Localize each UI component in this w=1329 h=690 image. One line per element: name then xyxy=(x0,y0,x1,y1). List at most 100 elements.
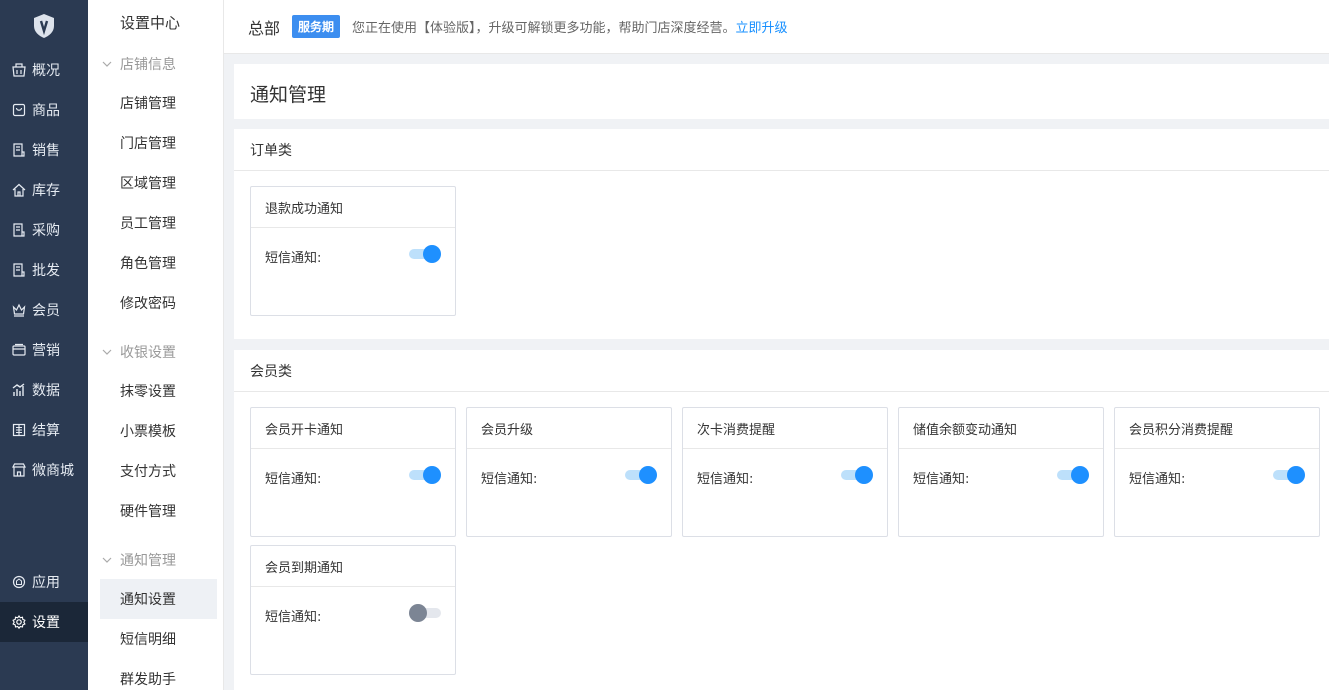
warehouse-icon xyxy=(12,183,26,197)
submenu-item-receipt-template[interactable]: 小票模板 xyxy=(100,411,217,451)
top-header: 总部 服务期 您正在使用【体验版】，升级可解锁更多功能，帮助门店深度经营。 立即… xyxy=(224,0,1329,54)
submenu-item-label: 修改密码 xyxy=(120,296,176,312)
card-row-label: 短信通知: xyxy=(265,472,322,487)
section-order: 订单类 退款成功通知 短信通知: xyxy=(234,129,1329,339)
upgrade-notice: 您正在使用【体验版】，升级可解锁更多功能，帮助门店深度经营。 xyxy=(352,21,736,36)
submenu-item-label: 抹零设置 xyxy=(120,384,176,400)
submenu-item-label: 区域管理 xyxy=(120,176,176,192)
crown-icon xyxy=(12,303,26,317)
submenu-item-label: 短信明细 xyxy=(120,632,176,648)
logo[interactable] xyxy=(0,0,88,52)
sms-toggle[interactable] xyxy=(1057,466,1089,484)
card-title: 会员开卡通知 xyxy=(251,408,455,449)
nav-label: 营销 xyxy=(32,343,60,359)
nav-item-apps[interactable]: 应用 xyxy=(0,562,88,602)
submenu-item-payment-methods[interactable]: 支付方式 xyxy=(100,451,217,491)
submenu-title: 设置中心 xyxy=(120,14,181,32)
submenu-item-store-manage[interactable]: 门店管理 xyxy=(100,123,217,163)
toggle-knob xyxy=(855,466,873,484)
submenu-item-change-password[interactable]: 修改密码 xyxy=(100,283,217,323)
nav-item-settings[interactable]: 设置 xyxy=(0,602,88,642)
nav-label: 设置 xyxy=(32,615,60,631)
submenu-item-region-manage[interactable]: 区域管理 xyxy=(100,163,217,203)
nav-item-data[interactable]: 数据 xyxy=(0,370,88,410)
settings-submenu: 设置中心 店铺信息 店铺管理 门店管理 区域管理 员工管理 角色管理 修改密码 … xyxy=(88,0,224,690)
nav-item-inventory[interactable]: 库存 xyxy=(0,170,88,210)
submenu-item-label: 通知设置 xyxy=(120,592,176,608)
submenu-group-notification[interactable]: 通知管理 xyxy=(102,550,176,570)
card-title: 会员积分消费提醒 xyxy=(1115,408,1319,449)
notification-card: 会员积分消费提醒 短信通知: xyxy=(1114,407,1320,537)
nav-label: 会员 xyxy=(32,303,60,319)
card-row-label: 短信通知: xyxy=(265,610,322,625)
submenu-item-staff-manage[interactable]: 员工管理 xyxy=(100,203,217,243)
nav-label: 微商城 xyxy=(32,463,74,479)
toggle-knob xyxy=(639,466,657,484)
nav-item-overview[interactable]: 概况 xyxy=(0,50,88,90)
nav-label: 采购 xyxy=(32,223,60,239)
section-title: 订单类 xyxy=(234,129,1329,171)
nav-item-products[interactable]: 商品 xyxy=(0,90,88,130)
submenu-item-label: 角色管理 xyxy=(120,256,176,272)
card-row-label: 短信通知: xyxy=(697,472,754,487)
sms-toggle[interactable] xyxy=(841,466,873,484)
sms-toggle[interactable] xyxy=(1273,466,1305,484)
submenu-item-hardware[interactable]: 硬件管理 xyxy=(100,491,217,531)
submenu-item-bulk-send[interactable]: 群发助手 xyxy=(100,659,217,690)
notification-card: 储值余额变动通知 短信通知: xyxy=(898,407,1104,537)
submenu-item-role-manage[interactable]: 角色管理 xyxy=(100,243,217,283)
card-row-label: 短信通知: xyxy=(481,472,538,487)
submenu-item-notification-settings[interactable]: 通知设置 xyxy=(100,579,217,619)
nav-label: 应用 xyxy=(32,575,60,591)
submenu-item-label: 门店管理 xyxy=(120,136,176,152)
chevron-down-icon xyxy=(102,349,112,355)
notification-card: 会员到期通知 短信通知: xyxy=(250,545,456,675)
app-icon xyxy=(12,575,26,589)
chevron-down-icon xyxy=(102,61,112,67)
section-title: 会员类 xyxy=(234,350,1329,392)
bag-icon xyxy=(12,103,26,117)
toggle-knob xyxy=(409,604,427,622)
ledger-icon xyxy=(12,423,26,437)
nav-label: 数据 xyxy=(32,383,60,399)
nav-item-settlement[interactable]: 结算 xyxy=(0,410,88,450)
page-title: 通知管理 xyxy=(250,84,327,106)
chevron-down-icon xyxy=(102,557,112,563)
card-title: 次卡消费提醒 xyxy=(683,408,887,449)
nav-item-members[interactable]: 会员 xyxy=(0,290,88,330)
submenu-group-shop-info[interactable]: 店铺信息 xyxy=(102,54,176,74)
nav-item-purchase[interactable]: 采购 xyxy=(0,210,88,250)
card-title: 会员到期通知 xyxy=(251,546,455,587)
page-title-panel: 通知管理 xyxy=(234,64,1329,119)
nav-item-sales[interactable]: 销售 xyxy=(0,130,88,170)
notification-card: 次卡消费提醒 短信通知: xyxy=(682,407,888,537)
submenu-item-shop-manage[interactable]: 店铺管理 xyxy=(100,83,217,123)
nav-item-wholesale[interactable]: 批发 xyxy=(0,250,88,290)
toggle-knob xyxy=(1287,466,1305,484)
nav-item-marketing[interactable]: 营销 xyxy=(0,330,88,370)
submenu-item-rounding[interactable]: 抹零设置 xyxy=(100,371,217,411)
submenu-item-label: 店铺管理 xyxy=(120,96,176,112)
toggle-knob xyxy=(423,466,441,484)
shop-icon xyxy=(12,63,26,77)
submenu-item-label: 硬件管理 xyxy=(120,504,176,520)
sms-toggle[interactable] xyxy=(409,604,441,622)
sms-toggle[interactable] xyxy=(625,466,657,484)
submenu-item-label: 支付方式 xyxy=(120,464,176,480)
card-title: 储值余额变动通知 xyxy=(899,408,1103,449)
upgrade-link[interactable]: 立即升级 xyxy=(736,17,788,36)
card-icon xyxy=(12,343,26,357)
sms-toggle[interactable] xyxy=(409,245,441,263)
sms-toggle[interactable] xyxy=(409,466,441,484)
submenu-item-label: 小票模板 xyxy=(120,424,176,440)
nav-label: 结算 xyxy=(32,423,60,439)
service-badge: 服务期 xyxy=(292,15,341,38)
nav-item-mini-mall[interactable]: 微商城 xyxy=(0,450,88,490)
card-title: 会员升级 xyxy=(467,408,671,449)
nav-label: 库存 xyxy=(32,183,60,199)
submenu-group-label: 收银设置 xyxy=(120,345,176,361)
submenu-group-cashier[interactable]: 收银设置 xyxy=(102,342,176,362)
nav-label: 批发 xyxy=(32,263,60,279)
submenu-item-sms-details[interactable]: 短信明细 xyxy=(100,619,217,659)
toggle-knob xyxy=(423,245,441,263)
